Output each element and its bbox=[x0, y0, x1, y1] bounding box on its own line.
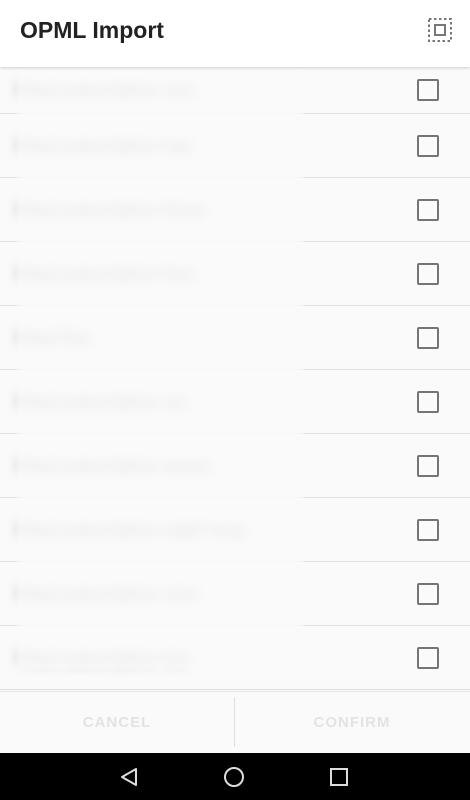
list-item[interactable]: Feed subscription seven bbox=[0, 434, 470, 498]
cancel-button[interactable]: CANCEL bbox=[0, 692, 234, 753]
feed-checkbox[interactable] bbox=[417, 326, 439, 349]
page-title: OPML Import bbox=[20, 17, 164, 43]
feed-checkbox[interactable] bbox=[417, 454, 439, 477]
system-nav-bar bbox=[0, 753, 470, 800]
feed-label: Feed subscription eight long bbox=[18, 520, 245, 539]
back-triangle-icon[interactable] bbox=[117, 765, 141, 789]
feed-label: Feed subscription nine bbox=[18, 584, 199, 603]
list-item[interactable]: Feed subscription eight long bbox=[0, 498, 470, 562]
feed-label: Feed subscription three bbox=[18, 200, 207, 219]
feed-label: Feed subscription seven bbox=[18, 456, 212, 475]
feed-checkbox[interactable] bbox=[417, 198, 439, 221]
feed-checkbox[interactable] bbox=[417, 262, 439, 285]
feed-list[interactable]: Feed subscription one Feed subscription … bbox=[0, 67, 470, 691]
dialog-button-bar: CANCEL CONFIRM bbox=[0, 691, 470, 753]
feed-label: Feed subscription one bbox=[18, 80, 194, 100]
app-bar: OPML Import bbox=[0, 0, 470, 67]
feed-checkbox[interactable] bbox=[417, 518, 439, 541]
feed-label: Feed subscription two bbox=[18, 136, 194, 155]
list-item[interactable]: Feed subscription two bbox=[0, 114, 470, 178]
feed-label: Feed subscription six bbox=[18, 392, 187, 411]
list-item[interactable]: Feed subscription nine bbox=[0, 562, 470, 626]
list-item[interactable]: Feed subscription four bbox=[0, 242, 470, 306]
list-item[interactable]: Feed subscription six bbox=[0, 370, 470, 434]
feed-checkbox[interactable] bbox=[417, 582, 439, 605]
feed-checkbox[interactable] bbox=[417, 390, 439, 413]
home-circle-icon[interactable] bbox=[222, 765, 246, 789]
feed-checkbox[interactable] bbox=[417, 79, 439, 101]
list-item[interactable]: Feed subscription one bbox=[0, 67, 470, 114]
select-all-icon[interactable] bbox=[427, 17, 453, 43]
recents-square-icon[interactable] bbox=[327, 765, 351, 789]
feed-label: Feed five bbox=[18, 328, 91, 347]
list-item[interactable]: Feed five bbox=[0, 306, 470, 370]
confirm-button[interactable]: CONFIRM bbox=[235, 692, 469, 753]
feed-label: Feed subscription ten bbox=[18, 648, 191, 667]
list-item[interactable]: Feed subscription three bbox=[0, 178, 470, 242]
feed-checkbox[interactable] bbox=[417, 646, 439, 669]
list-item[interactable]: Feed subscription ten bbox=[0, 626, 470, 690]
feed-checkbox[interactable] bbox=[417, 134, 439, 157]
feed-label: Feed subscription four bbox=[18, 264, 197, 283]
